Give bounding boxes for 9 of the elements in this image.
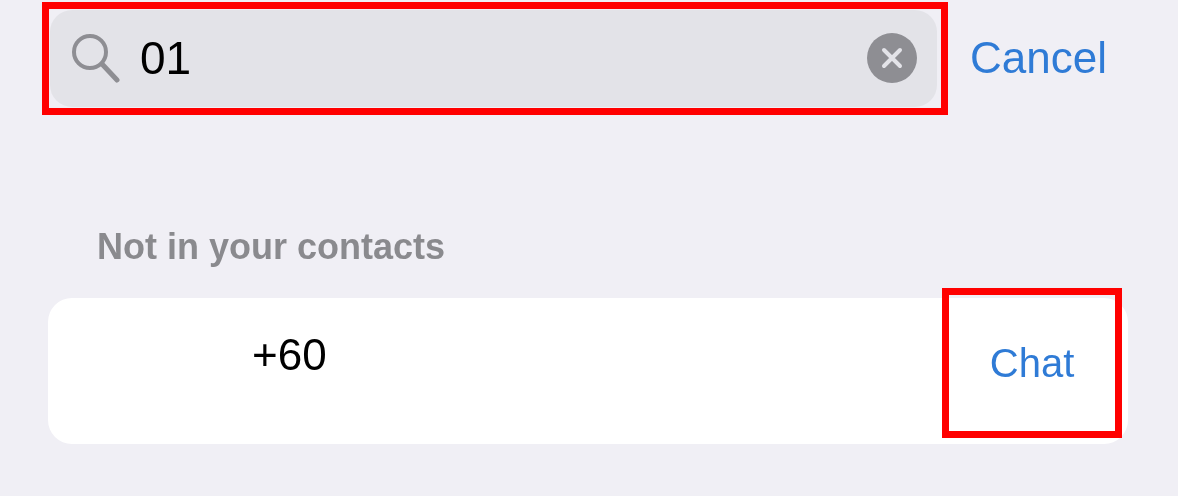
section-header: Not in your contacts xyxy=(97,226,447,268)
phone-number: +60 xyxy=(252,330,327,380)
search-field[interactable]: 01 xyxy=(50,9,937,107)
chat-button[interactable]: Chat xyxy=(989,340,1075,386)
search-icon xyxy=(70,32,120,84)
cancel-button[interactable]: Cancel xyxy=(970,33,1107,83)
search-input[interactable]: 01 xyxy=(140,31,847,85)
close-icon xyxy=(881,47,903,69)
clear-button[interactable] xyxy=(867,33,917,83)
